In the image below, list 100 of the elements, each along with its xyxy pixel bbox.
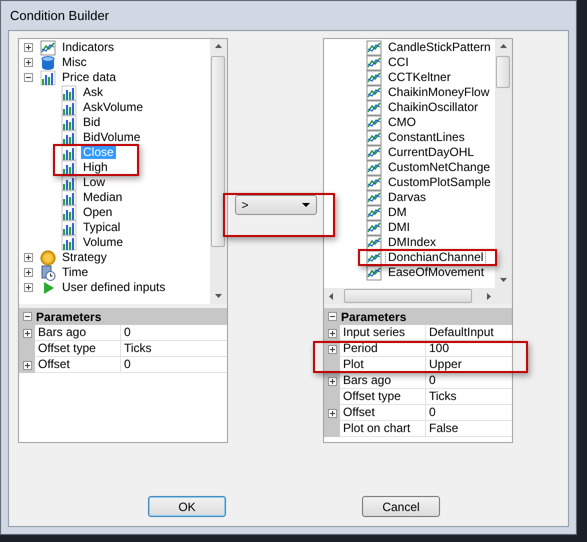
line-chart-icon (366, 130, 382, 146)
line-chart-icon (366, 264, 382, 280)
scroll-thumb[interactable] (496, 56, 510, 88)
property-value[interactable]: DefaultInput (426, 325, 512, 341)
expand-icon[interactable] (24, 268, 33, 277)
property-value[interactable]: False (426, 421, 512, 437)
line-chart-icon (366, 84, 382, 100)
vertical-scrollbar[interactable] (495, 39, 512, 288)
expand-icon[interactable] (22, 328, 32, 338)
list-item[interactable]: CCI (386, 56, 411, 69)
property-value[interactable]: 100 (426, 341, 512, 357)
tree-item[interactable]: Median (81, 191, 124, 204)
property-value[interactable]: Upper (426, 357, 512, 373)
bar-chart-icon (61, 84, 77, 100)
line-chart-icon (366, 100, 382, 116)
expand-icon[interactable] (24, 253, 33, 262)
property-name: Offset type (340, 389, 426, 405)
scroll-left-icon[interactable] (329, 293, 333, 300)
line-chart-icon (366, 144, 382, 160)
expand-icon[interactable] (328, 344, 336, 354)
line-chart-icon (366, 174, 382, 190)
property-name: Bars ago (340, 373, 426, 389)
database-icon (40, 54, 56, 70)
tree-item[interactable]: Time (60, 266, 90, 279)
list-item[interactable]: DonchianChannel (386, 251, 486, 264)
tree-item[interactable]: BidVolume (81, 131, 142, 144)
list-item[interactable]: Darvas (386, 191, 428, 204)
bar-chart-icon (61, 114, 77, 130)
line-chart-icon (366, 70, 382, 86)
tree-item[interactable]: Low (81, 176, 108, 189)
tree-item[interactable]: Open (81, 206, 114, 219)
list-item[interactable]: ChaikinMoneyFlow (386, 86, 492, 99)
expand-icon[interactable] (328, 328, 336, 338)
collapse-icon[interactable] (328, 312, 337, 321)
line-chart-icon (366, 250, 382, 266)
list-item[interactable]: DMI (386, 221, 412, 234)
property-value[interactable]: 0 (426, 405, 512, 421)
property-name: Offset (35, 357, 121, 373)
bar-chart-icon (61, 100, 77, 116)
horizontal-scrollbar[interactable] (324, 288, 512, 308)
list-item[interactable]: CurrentDayOHL (386, 146, 476, 159)
collapse-icon[interactable] (23, 312, 32, 321)
expand-icon[interactable] (24, 43, 33, 52)
tree-item[interactable]: High (81, 161, 110, 174)
scroll-up-icon[interactable] (215, 44, 222, 48)
list-item[interactable]: CCTKeltner (386, 71, 453, 84)
line-chart-icon (366, 190, 382, 206)
list-item[interactable]: DM (386, 206, 409, 219)
tree-item[interactable]: Volume (81, 236, 126, 249)
bar-chart-icon (61, 160, 77, 176)
tree-item[interactable]: Typical (81, 221, 122, 234)
property-name: Period (340, 341, 426, 357)
tree-item[interactable]: AskVolume (81, 101, 146, 114)
vertical-scrollbar[interactable] (210, 39, 227, 304)
expand-icon[interactable] (24, 58, 33, 67)
tree-item[interactable]: Ask (81, 86, 106, 99)
property-value[interactable]: 0 (426, 373, 512, 389)
tree-item[interactable]: Price data (60, 71, 118, 84)
property-value[interactable]: Ticks (426, 389, 512, 405)
tree-item[interactable]: Bid (81, 116, 102, 129)
expand-icon[interactable] (328, 376, 336, 386)
bar-chart-icon (61, 190, 77, 206)
property-value[interactable]: Ticks (121, 341, 227, 357)
scroll-right-icon[interactable] (487, 293, 491, 300)
list-item[interactable]: ChaikinOscillator (386, 101, 480, 114)
expand-icon[interactable] (22, 360, 32, 370)
expand-icon[interactable] (328, 408, 336, 418)
list-item[interactable]: CandleStickPattern (386, 41, 493, 54)
list-item[interactable]: CMO (386, 116, 418, 129)
expand-icon[interactable] (24, 283, 33, 292)
list-item[interactable]: EaseOfMovement (386, 266, 486, 279)
ok-button[interactable]: OK (148, 496, 226, 517)
bar-chart-icon (61, 204, 77, 220)
scroll-thumb[interactable] (211, 56, 225, 247)
tree-item[interactable]: Indicators (60, 41, 116, 54)
property-value[interactable]: 0 (121, 357, 227, 373)
property-value[interactable]: 0 (121, 325, 227, 341)
category-header[interactable]: Parameters (324, 308, 512, 325)
coin-icon (40, 250, 56, 266)
tree-item[interactable]: Misc (60, 56, 89, 69)
collapse-icon[interactable] (24, 73, 33, 82)
scroll-down-icon[interactable] (215, 294, 222, 298)
category-header[interactable]: Parameters (19, 308, 227, 325)
list-item[interactable]: CustomPlotSample (386, 176, 493, 189)
line-chart-icon (366, 220, 382, 236)
operator-dropdown[interactable]: > (234, 195, 316, 215)
bar-chart-icon (40, 70, 56, 86)
list-item[interactable]: DMIndex (386, 236, 438, 249)
scroll-down-icon[interactable] (500, 278, 507, 282)
tree-item[interactable]: Strategy (60, 251, 109, 264)
property-name: Offset type (35, 341, 121, 357)
scroll-up-icon[interactable] (500, 44, 507, 48)
list-item[interactable]: ConstantLines (386, 131, 467, 144)
window-title: Condition Builder (10, 8, 110, 23)
category-title: Parameters (36, 310, 102, 324)
tree-item[interactable]: User defined inputs (60, 281, 168, 294)
category-title: Parameters (341, 310, 406, 324)
scroll-thumb[interactable] (344, 289, 472, 303)
cancel-button[interactable]: Cancel (362, 496, 440, 517)
list-item[interactable]: CustomNetChange (386, 161, 492, 174)
